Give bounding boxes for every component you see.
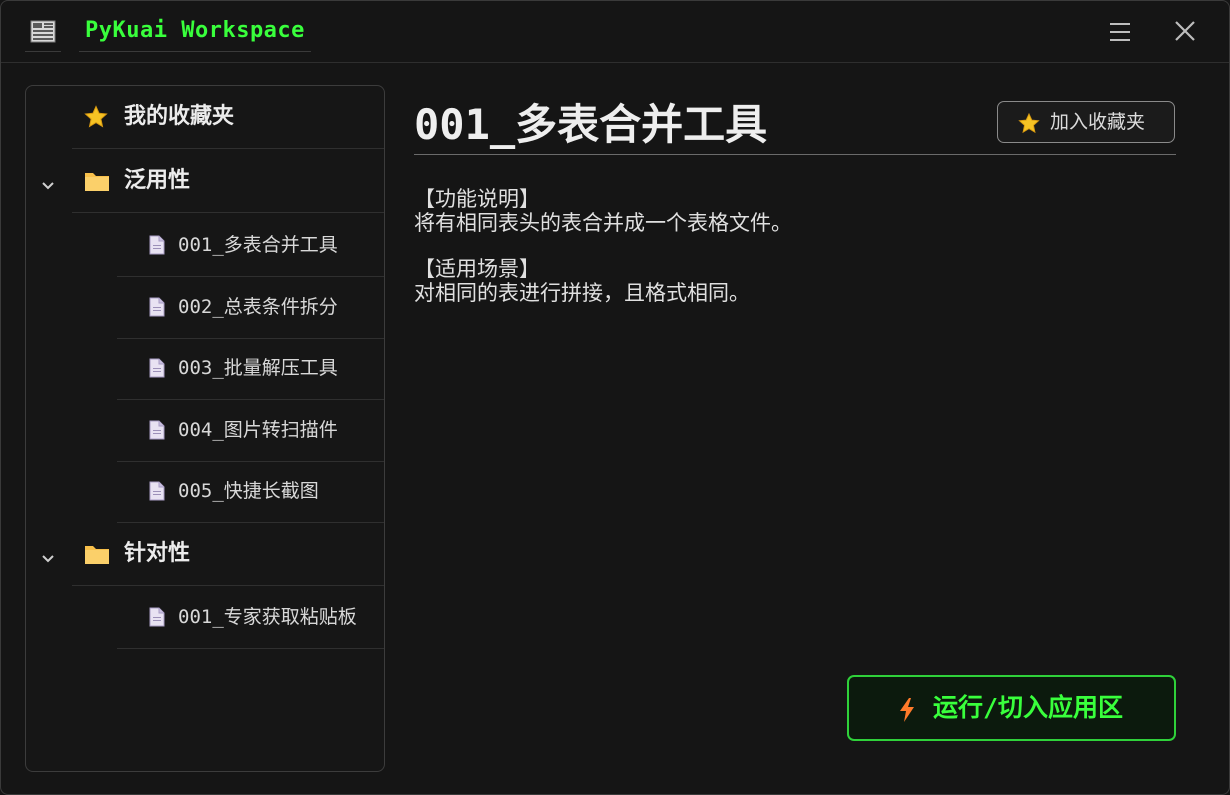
- sidebar-item-003-unzip[interactable]: 003_批量解压工具: [117, 338, 384, 400]
- add-to-favorites-label: 加入收藏夹: [1050, 111, 1146, 133]
- sidebar-item-label: 003_批量解压工具: [178, 357, 338, 379]
- star-icon: [84, 105, 108, 133]
- sidebar-item-label: 我的收藏夹: [124, 104, 235, 129]
- sidebar-group-label: 泛用性: [124, 168, 191, 193]
- document-icon: [149, 358, 165, 382]
- sidebar-item-label: 004_图片转扫描件: [178, 419, 338, 441]
- sidebar-item-001-clipboard[interactable]: 001_专家获取粘贴板: [117, 587, 384, 649]
- app-title: PyKuai Workspace: [79, 15, 311, 52]
- app-window: PyKuai Workspace 我的收藏夹 泛用性 001_多表合并工具 00…: [0, 0, 1230, 795]
- document-icon: [149, 607, 165, 631]
- sidebar-item-label: 002_总表条件拆分: [178, 296, 338, 318]
- sidebar-group-specific[interactable]: 针对性: [72, 523, 384, 586]
- sidebar-item-001-merge[interactable]: 001_多表合并工具: [117, 215, 384, 277]
- calculator-icon: [25, 15, 61, 52]
- section-text: 对相同的表进行拼接，且格式相同。: [414, 281, 750, 305]
- title-divider: [414, 154, 1176, 155]
- section-heading: 【适用场景】: [414, 257, 540, 281]
- sidebar-item-label: 001_多表合并工具: [178, 234, 338, 256]
- chevron-down-icon[interactable]: [40, 176, 56, 195]
- document-icon: [149, 235, 165, 259]
- star-icon: [1018, 112, 1040, 138]
- run-button-label: 运行/切入应用区: [933, 693, 1124, 722]
- document-icon: [149, 481, 165, 505]
- description-panel: 【功能说明】 将有相同表头的表合并成一个表格文件。 【适用场景】 对相同的表进行…: [414, 187, 1174, 327]
- page-title: 001_多表合并工具: [414, 100, 768, 149]
- run-button[interactable]: 运行/切入应用区: [847, 675, 1176, 741]
- sidebar-tree: 我的收藏夹 泛用性 001_多表合并工具 002_总表条件拆分 003_批量解压…: [25, 85, 385, 772]
- scenario-section: 【适用场景】 对相同的表进行拼接，且格式相同。: [414, 257, 1174, 305]
- folder-icon: [84, 169, 110, 197]
- hamburger-menu-icon[interactable]: [1105, 19, 1135, 45]
- document-icon: [149, 297, 165, 321]
- add-to-favorites-button[interactable]: 加入收藏夹: [997, 101, 1175, 143]
- sidebar-item-005-screenshot[interactable]: 005_快捷长截图: [117, 461, 384, 523]
- title-bar: PyKuai Workspace: [1, 1, 1229, 63]
- chevron-down-icon[interactable]: [40, 549, 56, 568]
- sidebar-group-label: 针对性: [124, 541, 191, 566]
- lightning-bolt-icon: [897, 697, 917, 727]
- sidebar-item-label: 005_快捷长截图: [178, 480, 319, 502]
- section-text: 将有相同表头的表合并成一个表格文件。: [414, 211, 792, 235]
- function-section: 【功能说明】 将有相同表头的表合并成一个表格文件。: [414, 187, 1174, 235]
- sidebar-item-favorites[interactable]: 我的收藏夹: [72, 86, 384, 149]
- sidebar-group-generic[interactable]: 泛用性: [72, 150, 384, 213]
- document-icon: [149, 420, 165, 444]
- sidebar-item-004-scan[interactable]: 004_图片转扫描件: [117, 400, 384, 462]
- close-icon[interactable]: [1169, 15, 1201, 47]
- section-heading: 【功能说明】: [414, 187, 540, 211]
- sidebar-item-label: 001_专家获取粘贴板: [178, 606, 357, 628]
- sidebar-item-002-split[interactable]: 002_总表条件拆分: [117, 277, 384, 339]
- folder-icon: [84, 542, 110, 570]
